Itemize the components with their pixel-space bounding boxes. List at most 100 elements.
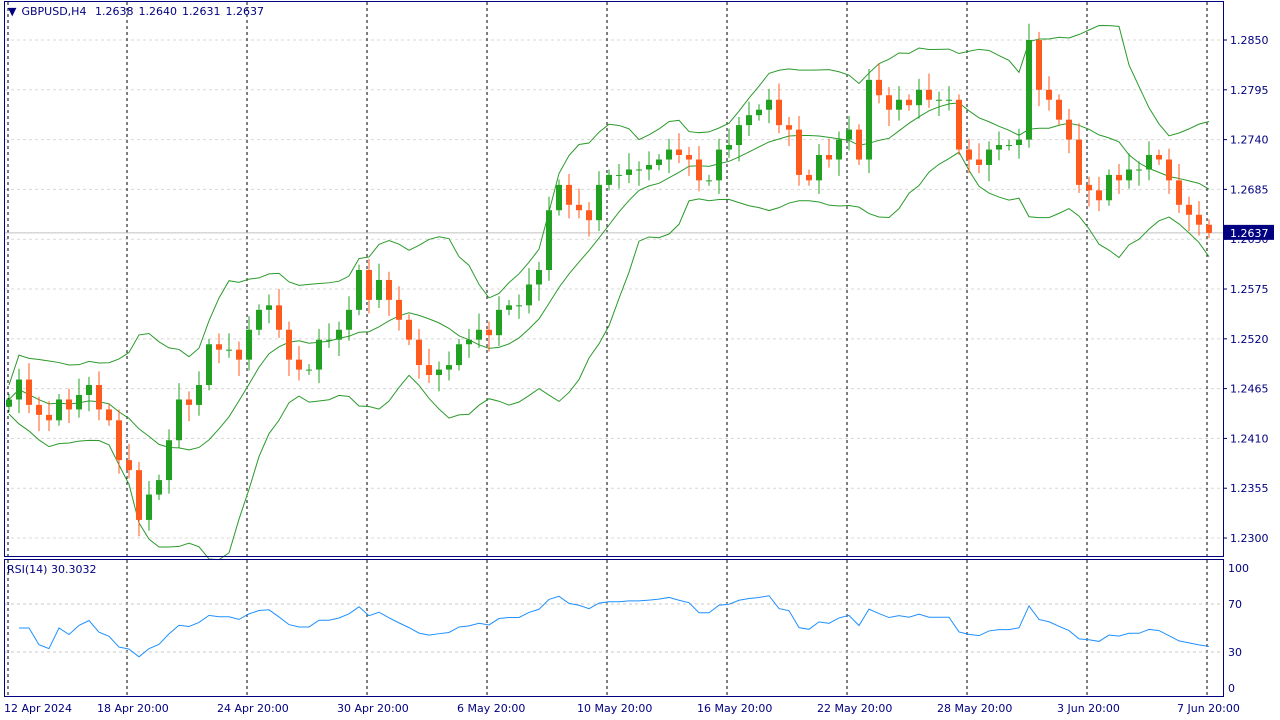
bear-candle [1206,224,1212,233]
bull-candle [86,384,92,395]
bear-candle [906,99,912,106]
bull-candle [706,180,712,182]
bull-candle [336,329,342,340]
bear-candle [886,95,892,110]
bull-candle [246,329,252,360]
bear-candle [826,154,832,160]
bull-candle [166,440,172,481]
bull-candle [316,339,322,370]
bear-candle [116,420,122,461]
ohlc-open: 1.2638 [94,5,134,18]
rsi-axis-label: 100 [1228,562,1249,575]
bear-candle [1156,154,1162,160]
bull-candle [496,309,502,336]
bear-candle [786,125,792,130]
rsi-header: RSI(14) 30.3032 [7,563,96,576]
bull-candle [156,480,162,495]
bear-candle [1066,119,1072,140]
rsi-axis-label: 0 [1228,682,1235,695]
bull-candle [226,349,232,351]
bull-candle [376,279,382,300]
bear-candle [396,299,402,320]
bear-candle [856,129,862,160]
bull-candle [56,399,62,421]
rsi-axis-label: 30 [1228,646,1242,659]
bull-candle [1026,40,1032,140]
time-axis-label: 3 Jun 20:00 [1057,702,1120,715]
bull-candle [506,305,512,310]
bull-candle [666,149,672,160]
bear-candle [106,409,112,421]
price-axis-label: 1.2465 [1230,383,1269,396]
bear-candle [216,344,222,350]
bull-candle [916,89,922,106]
bull-candle [466,339,472,345]
price-axis-label: 1.2410 [1230,432,1269,445]
chart-canvas[interactable]: 1.28501.27951.27401.26851.26301.25751.25… [0,0,1280,720]
ohlc-high: 1.2640 [138,5,177,18]
bear-candle [136,470,142,520]
bear-candle [1086,184,1092,191]
bear-candle [876,79,882,96]
bull-candle [816,154,822,181]
bear-candle [686,154,692,160]
bear-candle [696,159,702,181]
bull-candle [436,369,442,376]
bull-candle [1106,174,1112,201]
time-axis-label: 10 May 20:00 [577,702,652,715]
chart-header: ▼ GBPUSD,H4 1.2638 1.2640 1.2631 1.2637 [8,5,269,18]
bull-candle [896,99,902,110]
bear-candle [976,159,982,165]
bull-candle [456,344,462,366]
bull-candle [1126,169,1132,181]
bull-candle [836,139,842,160]
bear-candle [676,149,682,155]
rsi-panel-frame [4,559,1224,697]
bull-candle [946,99,952,101]
bear-candle [566,184,572,205]
bear-candle [1076,139,1082,185]
bear-candle [776,99,782,126]
bull-candle [476,329,482,340]
bear-candle [486,329,492,336]
bear-candle [36,404,42,415]
bear-candle [1186,204,1192,215]
bear-candle [806,174,812,181]
bull-candle [646,164,652,170]
price-axis-label: 1.2685 [1230,183,1269,196]
bull-candle [746,115,752,126]
bull-candle [6,399,12,407]
bear-candle [966,149,972,160]
bollinger-lower-band [8,151,1210,561]
rsi-value: 30.3032 [50,563,97,576]
bear-candle [276,305,282,330]
bull-candle [846,129,852,140]
ohlc-low: 1.2631 [181,5,221,18]
bear-candle [1176,180,1182,205]
bear-candle [576,204,582,211]
bull-candle [866,79,872,160]
bull-candle [736,125,742,146]
time-axis-label: 6 May 20:00 [457,702,525,715]
bear-candle [426,365,432,376]
time-axis-label: 28 May 20:00 [937,702,1012,715]
bull-candle [256,309,262,330]
bull-candle [176,399,182,441]
bull-candle [936,99,942,101]
bear-candle [236,349,242,360]
bull-candle [446,365,452,370]
bull-candle [76,394,82,410]
bull-candle [626,169,632,175]
bull-candle [766,99,772,110]
bear-candle [416,339,422,366]
price-axis-label: 1.2850 [1230,34,1269,47]
bull-candle [1146,154,1152,170]
bull-candle [1016,139,1022,146]
bull-candle [596,184,602,221]
bear-candle [956,99,962,150]
rsi-label: RSI(14) [7,563,48,576]
bull-candle [556,184,562,211]
dropdown-triangle-icon[interactable]: ▼ [8,5,16,18]
bear-candle [586,210,592,221]
bear-candle [366,269,372,300]
